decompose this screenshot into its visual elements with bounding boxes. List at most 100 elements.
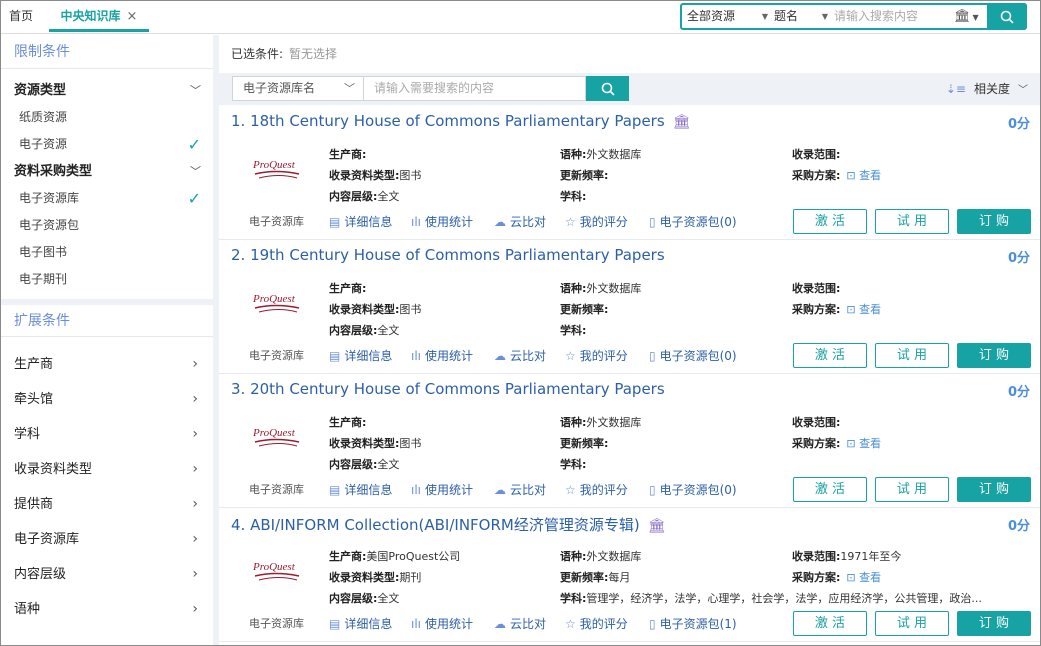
view-purchase-link[interactable]: ⊡ 查看 xyxy=(846,571,881,584)
expand-item-e-database[interactable]: 电子资源库 › xyxy=(1,522,213,557)
proquest-logo-graphic: ProQuest xyxy=(252,159,300,179)
sort-select[interactable]: ⇣≡ 相关度 ﹀ xyxy=(946,73,1028,105)
expand-item-lead-library[interactable]: 牵头馆 › xyxy=(1,382,213,417)
field-producer: 生产商:美国ProQuest公司 xyxy=(329,550,461,563)
package-link[interactable]: ▯ 电子资源包(0) xyxy=(649,346,737,366)
trial-button[interactable]: 试 用 xyxy=(875,477,949,502)
check-icon: ✓ xyxy=(187,189,201,208)
stats-link[interactable]: ılı 使用统计 xyxy=(411,212,473,232)
expand-item-producer[interactable]: 生产商 › xyxy=(1,347,213,382)
resource-type-label: 电子资源库 xyxy=(249,617,304,630)
group-purchase-type[interactable]: 资料采购类型 ﹀ xyxy=(1,158,213,185)
chevron-right-icon: › xyxy=(192,601,198,617)
field-select[interactable]: 题名 ▼ xyxy=(774,5,832,28)
filter-electronic-resource[interactable]: 电子资源 ✓ xyxy=(1,131,213,158)
my-rating-link[interactable]: ☆ 我的评分 xyxy=(565,614,628,634)
sort-label: 相关度 xyxy=(973,82,1010,96)
trial-button[interactable]: 试 用 xyxy=(875,209,949,234)
package-link[interactable]: ▯ 电子资源包(0) xyxy=(649,212,737,232)
library-icon: 🏛 xyxy=(672,114,691,130)
my-rating-link[interactable]: ☆ 我的评分 xyxy=(565,212,628,232)
library-select[interactable]: 🏛 ▼ xyxy=(954,7,990,26)
activate-button[interactable]: 激 活 xyxy=(793,209,867,234)
view-purchase-link[interactable]: ⊡ 查看 xyxy=(846,169,881,182)
proquest-logo: ProQuest xyxy=(251,286,301,320)
tab-home-label: 首页 xyxy=(9,9,34,23)
field-content-level: 内容层级:全文 xyxy=(329,324,400,337)
detail-link[interactable]: ▤ 详细信息 xyxy=(329,212,392,232)
cloud-compare-link[interactable]: ☁ 云比对 xyxy=(494,212,546,232)
star-icon: ☆ xyxy=(565,483,576,497)
field-purchase: 采购方案: ⊡ 查看 xyxy=(792,303,882,316)
activate-button[interactable]: 激 活 xyxy=(793,477,867,502)
expand-label: 学科 xyxy=(14,427,41,442)
expand-label: 牵头馆 xyxy=(14,392,54,407)
filter-search-input[interactable]: 请输入需要搜索的内容 xyxy=(364,76,586,101)
order-button[interactable]: 订 购 xyxy=(957,611,1031,636)
field-frequency: 更新频率: xyxy=(560,303,609,316)
check-icon: ✓ xyxy=(187,135,201,154)
activate-label: 激 活 xyxy=(814,616,846,631)
package-link[interactable]: ▯ 电子资源包(1) xyxy=(649,614,737,634)
scope-select[interactable]: 全部资源 ▼ xyxy=(687,5,772,28)
group-resource-type[interactable]: 资源类型 ﹀ xyxy=(1,77,213,104)
svg-text:ProQuest: ProQuest xyxy=(252,561,296,573)
stats-link[interactable]: ılı 使用统计 xyxy=(411,614,473,634)
document-icon: ▤ xyxy=(329,617,341,631)
filter-e-book[interactable]: 电子图书 xyxy=(1,239,213,266)
trial-button[interactable]: 试 用 xyxy=(875,611,949,636)
top-search-input[interactable]: 请输入搜索内容 xyxy=(834,5,954,28)
result-title[interactable]: 1. 18th Century House of Commons Parliam… xyxy=(231,112,690,130)
database-name-select[interactable]: 电子资源库名 ﹀ xyxy=(232,76,364,101)
package-link[interactable]: ▯ 电子资源包(0) xyxy=(649,480,737,500)
activate-button[interactable]: 激 活 xyxy=(793,611,867,636)
sort-icon: ⇣≡ xyxy=(945,82,966,96)
expand-item-language[interactable]: 语种 › xyxy=(1,592,213,627)
detail-link[interactable]: ▤ 详细信息 xyxy=(329,346,392,366)
result-title[interactable]: 2. 19th Century House of Commons Parliam… xyxy=(231,246,665,264)
trial-button[interactable]: 试 用 xyxy=(875,343,949,368)
detail-link[interactable]: ▤ 详细信息 xyxy=(329,614,392,634)
order-button[interactable]: 订 购 xyxy=(957,209,1031,234)
tab-central-knowledge-base[interactable]: 中央知识库 × xyxy=(49,1,149,32)
result-title-text: 3. 20th Century House of Commons Parliam… xyxy=(231,380,665,398)
tab-home[interactable]: 首页 xyxy=(9,1,33,32)
cloud-compare-link[interactable]: ☁ 云比对 xyxy=(494,614,546,634)
star-icon: ☆ xyxy=(565,349,576,363)
cloud-icon: ☁ xyxy=(494,215,506,229)
result-title[interactable]: 3. 20th Century House of Commons Parliam… xyxy=(231,380,665,398)
cloud-compare-link[interactable]: ☁ 云比对 xyxy=(494,480,546,500)
filter-e-package[interactable]: 电子资源包 xyxy=(1,212,213,239)
cloud-compare-link[interactable]: ☁ 云比对 xyxy=(494,346,546,366)
stats-link[interactable]: ılı 使用统计 xyxy=(411,346,473,366)
order-button[interactable]: 订 购 xyxy=(957,343,1031,368)
view-purchase-link[interactable]: ⊡ 查看 xyxy=(846,303,881,316)
result-title[interactable]: 4. ABI/INFORM Collection(ABI/INFORM经济管理资… xyxy=(231,514,665,535)
field-subject: 学科: xyxy=(560,324,587,337)
top-search-button[interactable] xyxy=(987,3,1027,30)
chevron-right-icon: › xyxy=(192,496,198,512)
filter-paper-resource[interactable]: 纸质资源 xyxy=(1,104,213,131)
expand-item-doc-type[interactable]: 收录资料类型 › xyxy=(1,452,213,487)
filter-e-database[interactable]: 电子资源库 ✓ xyxy=(1,185,213,212)
order-button[interactable]: 订 购 xyxy=(957,477,1031,502)
expand-item-subject[interactable]: 学科 › xyxy=(1,417,213,452)
expand-label: 生产商 xyxy=(14,357,54,372)
field-language: 语种:外文数据库 xyxy=(560,148,642,161)
bar-chart-icon: ılı xyxy=(411,617,422,631)
order-label: 订 购 xyxy=(978,214,1010,229)
activate-button[interactable]: 激 活 xyxy=(793,343,867,368)
stats-link[interactable]: ılı 使用统计 xyxy=(411,480,473,500)
detail-link[interactable]: ▤ 详细信息 xyxy=(329,480,392,500)
filter-e-journal[interactable]: 电子期刊 xyxy=(1,266,213,293)
my-rating-link[interactable]: ☆ 我的评分 xyxy=(565,480,628,500)
svg-text:ProQuest: ProQuest xyxy=(252,159,296,171)
close-icon[interactable]: × xyxy=(127,9,138,24)
my-rating-link[interactable]: ☆ 我的评分 xyxy=(565,346,628,366)
expand-item-provider[interactable]: 提供商 › xyxy=(1,487,213,522)
field-language: 语种:外文数据库 xyxy=(560,550,642,563)
view-purchase-link[interactable]: ⊡ 查看 xyxy=(846,437,881,450)
expand-item-content-level[interactable]: 内容层级 › xyxy=(1,557,213,592)
filter-search-button[interactable] xyxy=(586,76,629,101)
field-language: 语种:外文数据库 xyxy=(560,416,642,429)
